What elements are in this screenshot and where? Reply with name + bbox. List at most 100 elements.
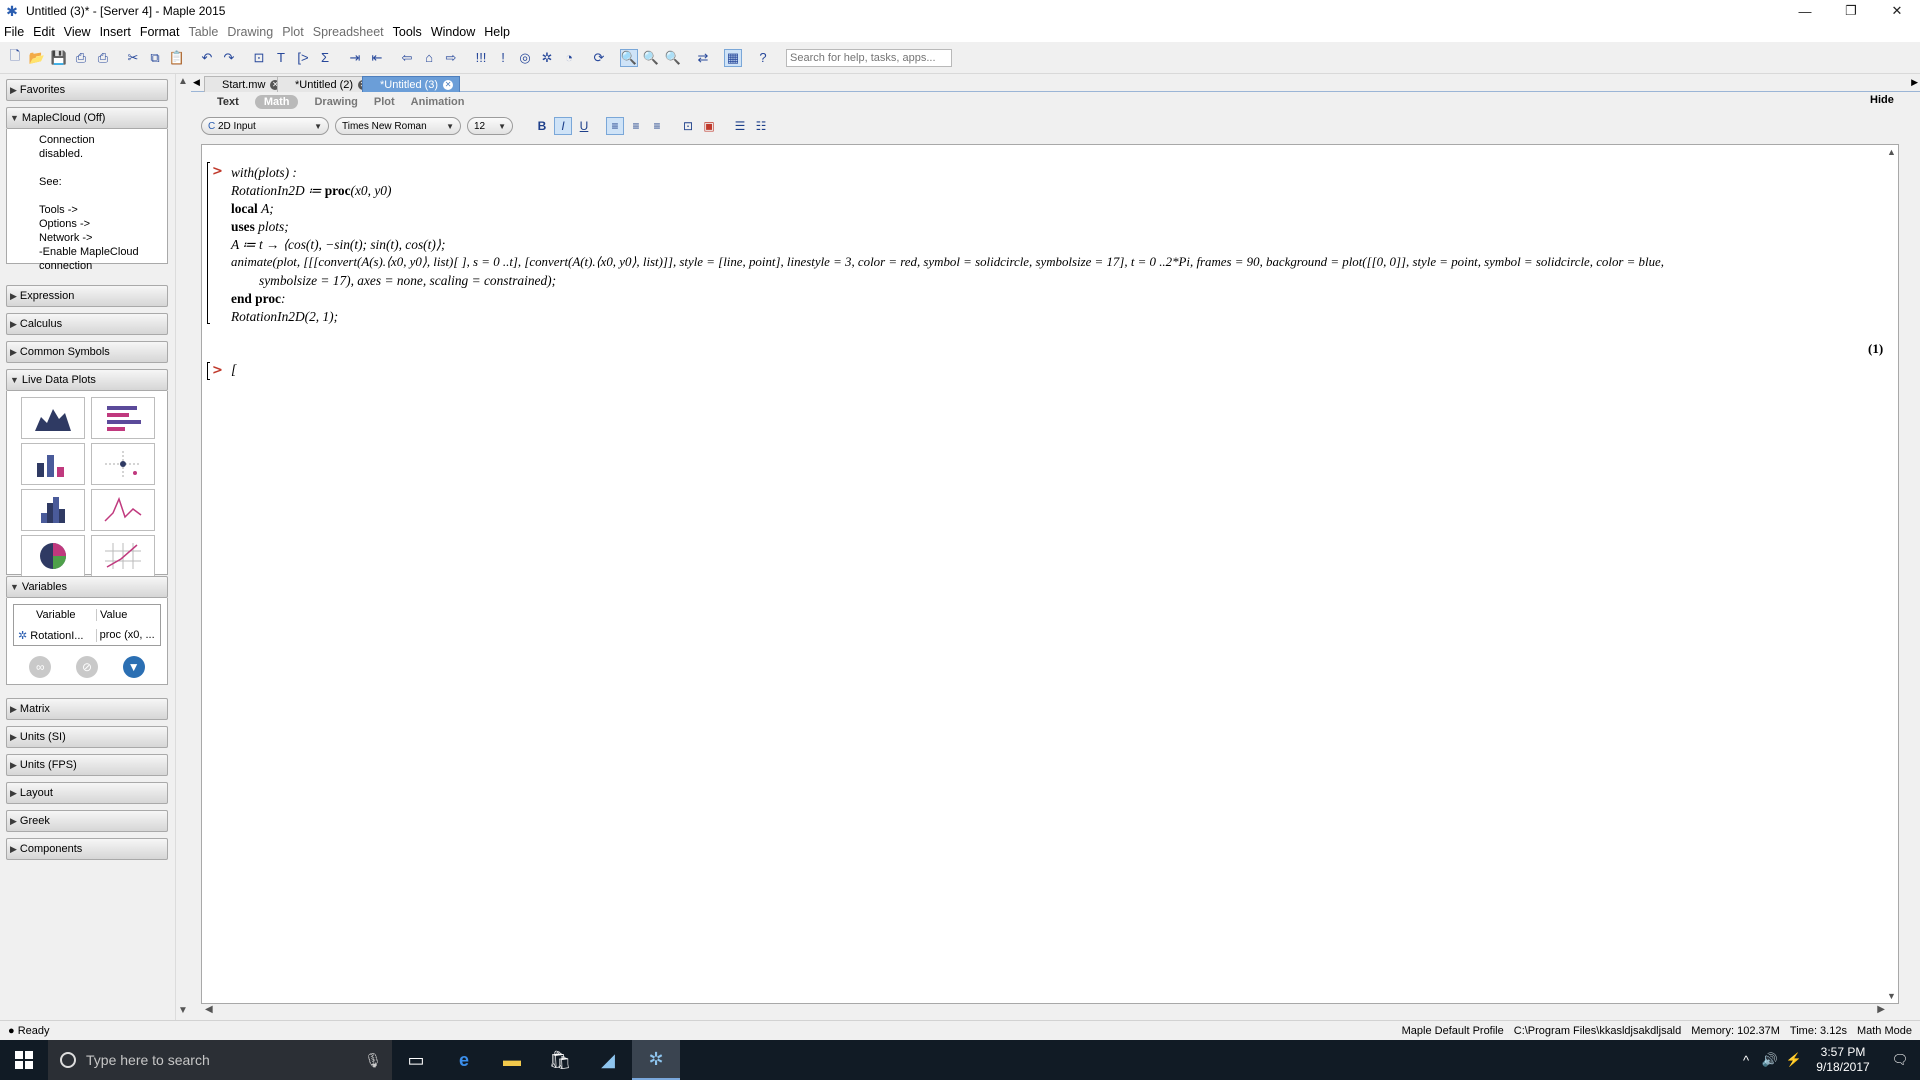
maple-taskbar-icon[interactable]: ◢	[584, 1040, 632, 1080]
palette-components[interactable]: ▶ Components	[6, 838, 168, 860]
menu-spreadsheet[interactable]: Spreadsheet	[313, 25, 384, 39]
font-size-select[interactable]: 12 ▼	[467, 117, 513, 135]
scroll-down-icon[interactable]: ▼	[178, 1005, 188, 1016]
align-left-button[interactable]: ≡	[606, 117, 624, 135]
menu-view[interactable]: View	[64, 25, 91, 39]
redo-icon[interactable]: ↷	[220, 49, 238, 67]
palette-greek[interactable]: ▶ Greek	[6, 810, 168, 832]
windows-start-icon[interactable]	[0, 1040, 48, 1080]
settings-gear-icon[interactable]: ✲	[538, 49, 556, 67]
bullet-list-icon[interactable]: ☰	[731, 117, 749, 135]
store-icon[interactable]: 🛍	[536, 1040, 584, 1080]
bold-button[interactable]: B	[533, 117, 551, 135]
scroll-down-icon[interactable]: ▼	[1887, 991, 1896, 1001]
palettes-icon[interactable]: ▦	[724, 48, 742, 67]
point-plot-icon[interactable]	[91, 443, 155, 485]
open-icon[interactable]: 📂	[28, 49, 46, 67]
insert-text-icon[interactable]: T	[272, 49, 290, 67]
italic-button[interactable]: I	[554, 117, 572, 135]
palette-layout[interactable]: ▶ Layout	[6, 782, 168, 804]
worksheet-horizontal-scrollbar[interactable]: ◀ ▶	[201, 1004, 1899, 1018]
menu-help[interactable]: Help	[484, 25, 510, 39]
line-plot-icon[interactable]	[91, 489, 155, 531]
insert-prompt-icon[interactable]: [>	[294, 49, 312, 67]
align-center-button[interactable]: ≡	[627, 117, 645, 135]
text-color-icon[interactable]: ⊡	[679, 117, 697, 135]
scroll-right-icon[interactable]: ▶	[1877, 1004, 1885, 1015]
show-all-icon[interactable]: ∞	[29, 656, 52, 678]
palette-live-data-plots[interactable]: ▼ Live Data Plots	[6, 369, 168, 391]
font-select[interactable]: Times New Roman ▼	[335, 117, 461, 135]
sum-icon[interactable]: Σ	[316, 49, 334, 67]
hide-icon[interactable]: ⊘	[75, 656, 98, 678]
worksheet-vertical-scrollbar[interactable]: ▲ ▼	[1884, 145, 1898, 1003]
hide-button[interactable]: Hide	[1870, 94, 1894, 106]
file-explorer-icon[interactable]: ▬	[488, 1040, 536, 1080]
menu-table[interactable]: Table	[188, 25, 218, 39]
area-plot-icon[interactable]	[21, 397, 85, 439]
edge-browser-icon[interactable]: e	[440, 1040, 488, 1080]
timer-icon[interactable]: ◔	[560, 49, 578, 67]
execute-icon[interactable]: !	[494, 49, 512, 67]
tab-untitled-3[interactable]: *Untitled (3) ✕	[362, 76, 461, 92]
palette-maplecloud[interactable]: ▼ MapleCloud (Off)	[6, 107, 168, 129]
pie-chart-plot-icon[interactable]	[21, 535, 85, 577]
numbered-list-icon[interactable]: ☷	[752, 117, 770, 135]
volume-icon[interactable]: 🔊	[1758, 1052, 1782, 1068]
menu-edit[interactable]: Edit	[33, 25, 55, 39]
value-column-header[interactable]: Value	[97, 609, 160, 621]
palette-matrix[interactable]: ▶ Matrix	[6, 698, 168, 720]
insert-math-icon[interactable]: ⊡	[250, 49, 268, 67]
histogram-plot-icon[interactable]	[21, 489, 85, 531]
execution-group-bracket[interactable]	[207, 362, 210, 380]
variable-column-header[interactable]: Variable	[14, 609, 97, 621]
notifications-icon[interactable]: 🗨	[1880, 1052, 1920, 1068]
palette-favorites[interactable]: ▶ Favorites	[6, 79, 168, 101]
save-icon[interactable]: 💾	[50, 49, 68, 67]
clock[interactable]: 3:57 PM 9/18/2017	[1806, 1045, 1880, 1075]
outdent-icon[interactable]: ⇤	[368, 49, 386, 67]
home-icon[interactable]: ⌂	[420, 49, 438, 67]
filter-icon[interactable]: ▼	[122, 656, 145, 678]
zoom-200-icon[interactable]: 🔍	[664, 49, 682, 67]
task-view-icon[interactable]: ▭	[392, 1040, 440, 1080]
palette-scrollbar[interactable]: ▲ ▼	[175, 74, 190, 1020]
code-line[interactable]: symbolsize = 17), axes = none, scaling =…	[259, 273, 556, 289]
scroll-up-icon[interactable]: ▲	[1887, 147, 1896, 157]
print-preview-icon[interactable]: ⎙	[94, 49, 112, 67]
tab-untitled-2[interactable]: *Untitled (2) ✕	[277, 76, 376, 92]
print-icon[interactable]: ⎙	[72, 49, 90, 67]
restore-button[interactable]: ❐	[1828, 0, 1874, 22]
indent-icon[interactable]: ⇥	[346, 49, 364, 67]
execution-group-bracket[interactable]	[207, 162, 210, 324]
zoom-150-icon[interactable]: 🔍	[642, 49, 660, 67]
collapse-left-icon[interactable]: ◀	[193, 77, 200, 88]
taskbar-search[interactable]: Type here to search 🎙	[48, 1040, 392, 1080]
restart-server-icon[interactable]: ⟳	[590, 49, 608, 67]
undo-icon[interactable]: ↶	[198, 49, 216, 67]
mode-text[interactable]: Text	[217, 96, 239, 108]
menu-window[interactable]: Window	[431, 25, 475, 39]
execute-all-icon[interactable]: !!!	[472, 49, 490, 67]
code-line[interactable]: A ≔ t → ⟨cos(t), −sin(t); sin(t), cos(t)…	[231, 237, 445, 253]
palette-units-si[interactable]: ▶ Units (SI)	[6, 726, 168, 748]
grid-line-plot-icon[interactable]	[91, 535, 155, 577]
forward-icon[interactable]: ⇨	[442, 49, 460, 67]
palette-common-symbols[interactable]: ▶ Common Symbols	[6, 341, 168, 363]
input-mode-select[interactable]: C 2D Input ▼	[201, 117, 329, 135]
palette-variables[interactable]: ▼ Variables	[6, 576, 168, 598]
palette-expression[interactable]: ▶ Expression	[6, 285, 168, 307]
paste-icon[interactable]: 📋	[168, 49, 186, 67]
mode-drawing[interactable]: Drawing	[314, 96, 357, 108]
maple-server-taskbar-icon[interactable]: ✲	[632, 1040, 680, 1080]
mode-plot[interactable]: Plot	[374, 96, 395, 108]
code-line[interactable]: RotationIn2D(2, 1);	[231, 309, 338, 325]
code-line[interactable]: end proc:	[231, 291, 285, 307]
palette-units-fps[interactable]: ▶ Units (FPS)	[6, 754, 168, 776]
back-icon[interactable]: ⇦	[398, 49, 416, 67]
network-icon[interactable]: ⚡	[1782, 1052, 1806, 1068]
menu-insert[interactable]: Insert	[100, 25, 131, 39]
palette-calculus[interactable]: ▶ Calculus	[6, 313, 168, 335]
close-tab-icon[interactable]: ✕	[443, 79, 454, 90]
microphone-icon[interactable]: 🎙	[364, 1052, 382, 1069]
